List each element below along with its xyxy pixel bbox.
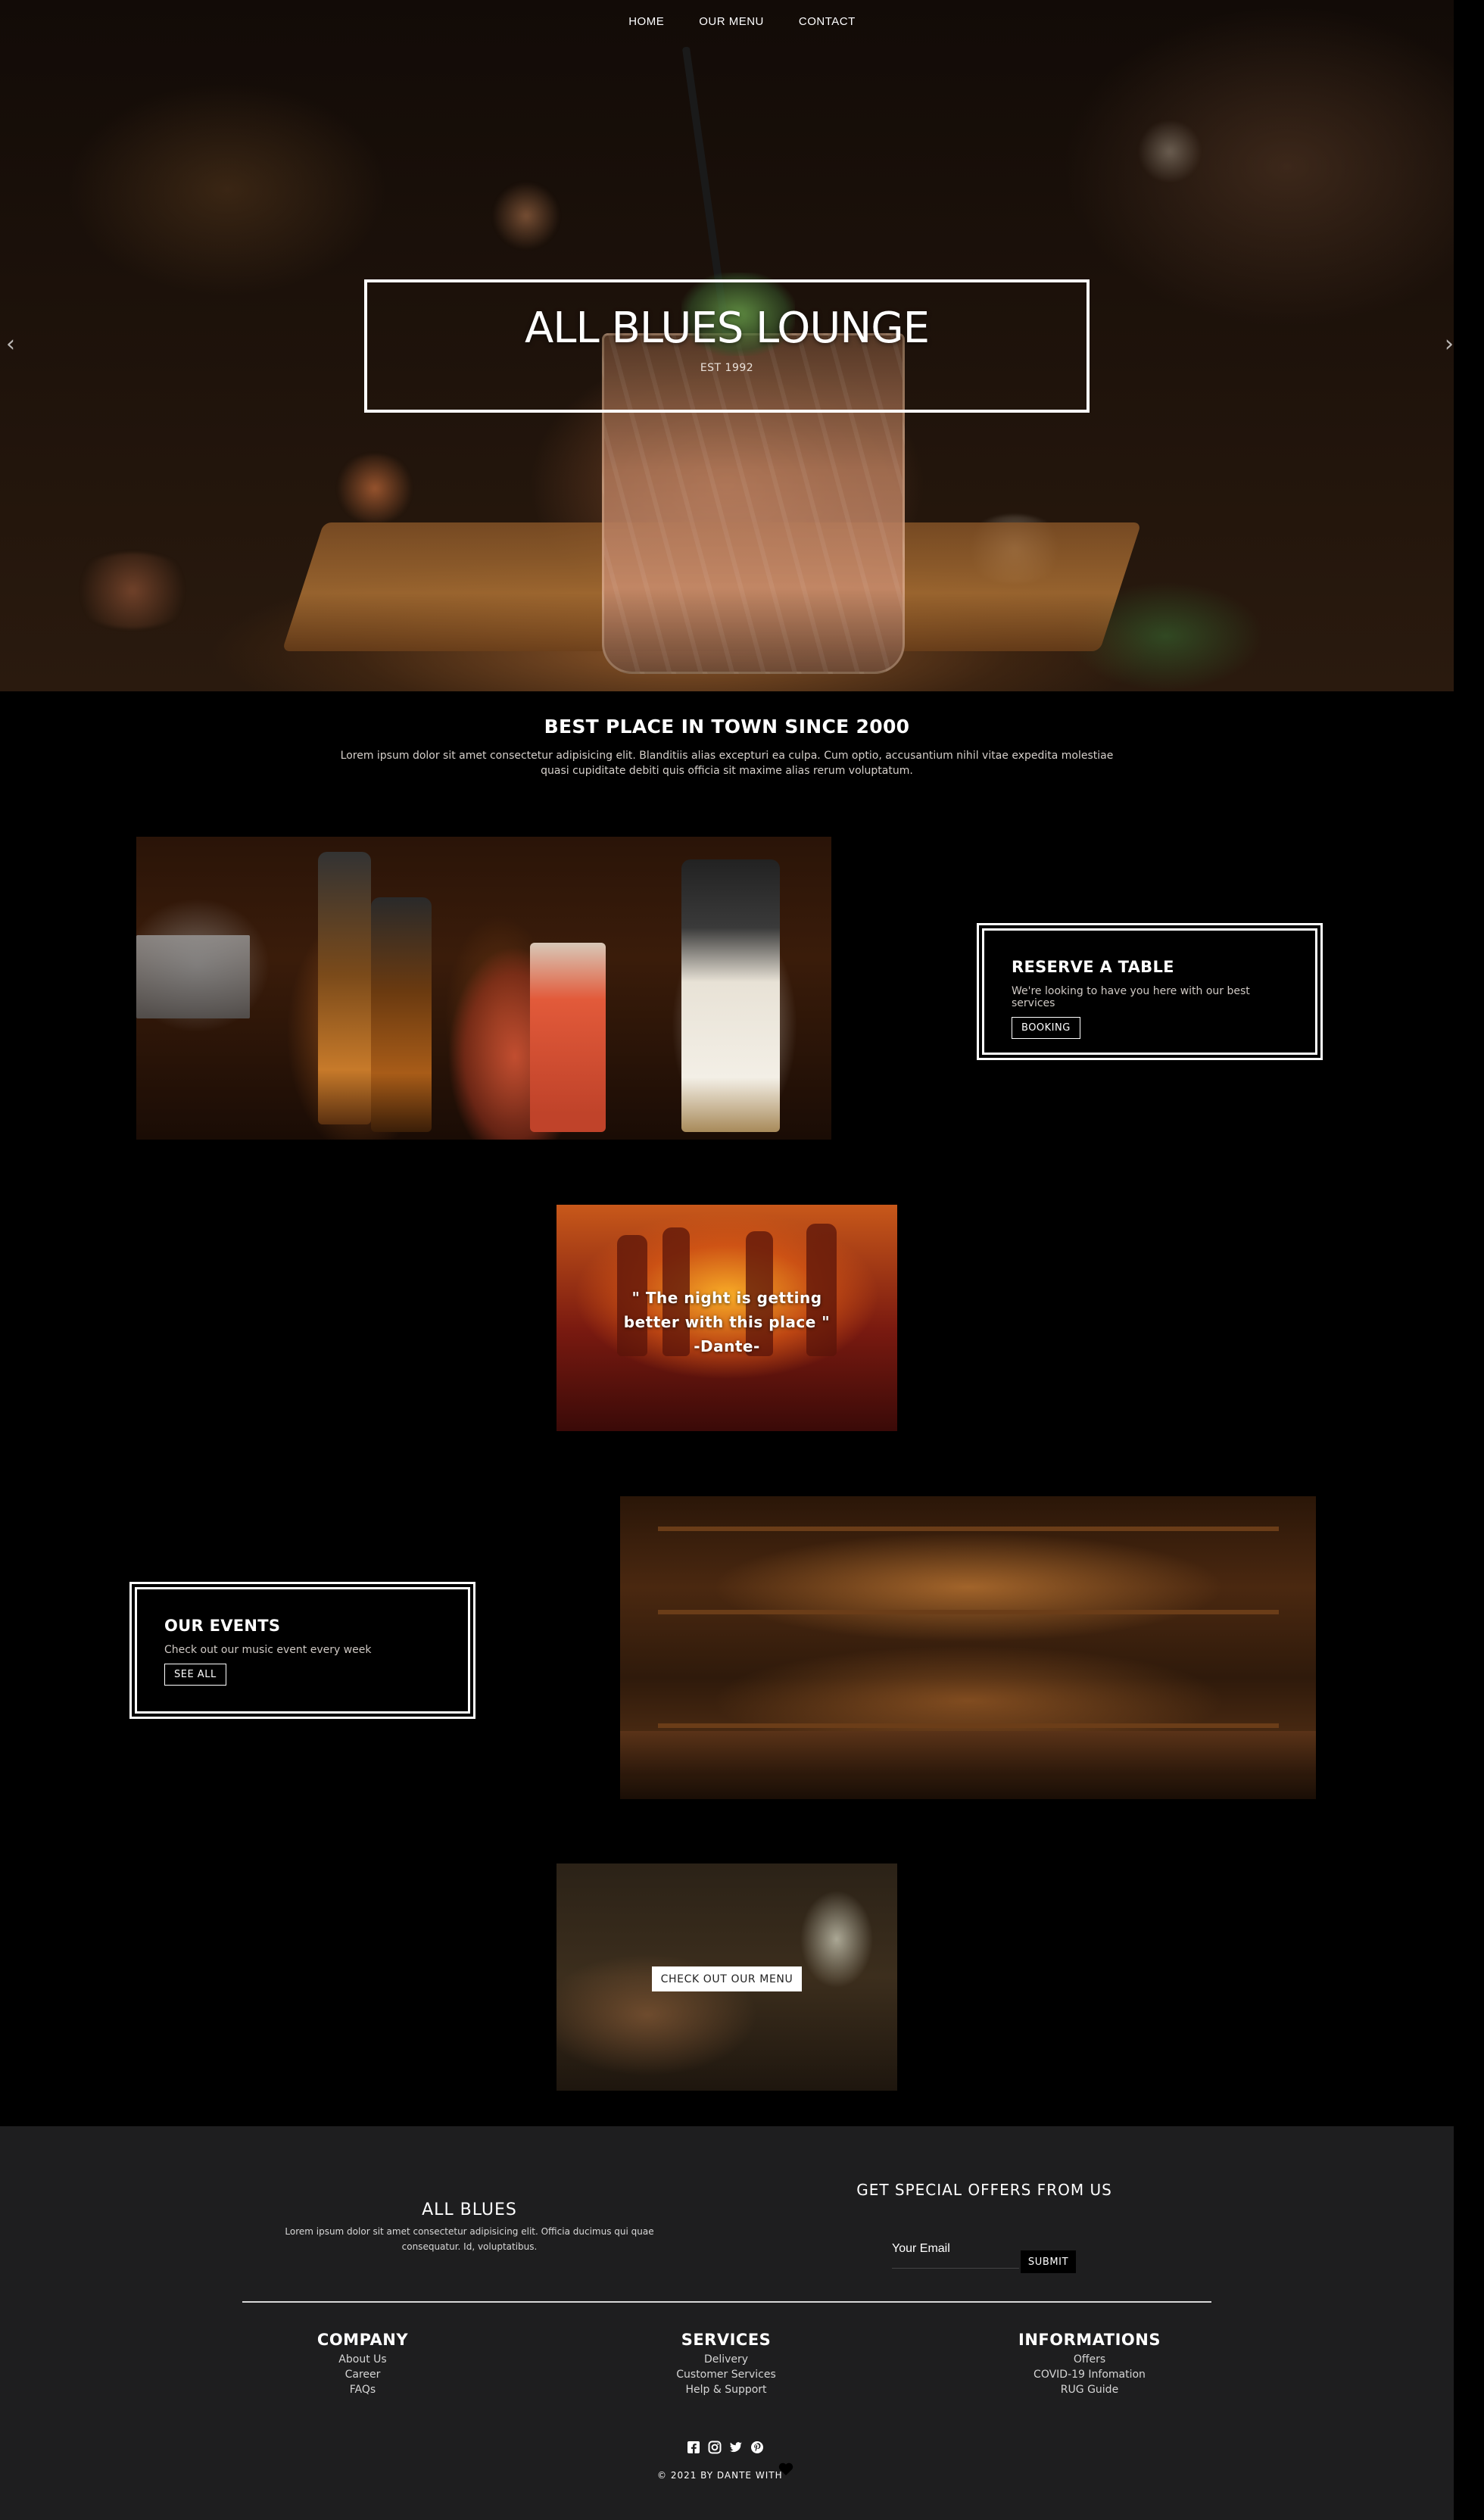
hero-section: HOME OUR MENU CONTACT ‹ › ALL BLUES LOUN… [0, 0, 1484, 691]
footer-col-informations: INFORMATIONS Offers COVID-19 Infomation … [976, 2331, 1203, 2397]
see-all-button[interactable]: SEE ALL [164, 1664, 226, 1686]
whisky-bottle [371, 897, 432, 1132]
footer-link-about[interactable]: About Us [338, 2353, 386, 2366]
chevron-right-icon[interactable]: › [1445, 331, 1454, 357]
footer-col-title: INFORMATIONS [1018, 2331, 1161, 2349]
nav-menu-link[interactable]: OUR MENU [699, 15, 764, 28]
social-links [685, 2439, 765, 2456]
footer-link-customer-services[interactable]: Customer Services [676, 2369, 776, 2381]
hero-est: EST 1992 [700, 362, 754, 374]
bar-counter [620, 1731, 1316, 1776]
footer-col-company: COMPANY About Us Career FAQs [249, 2331, 476, 2397]
footer-offers: GET SPECIAL OFFERS FROM US [833, 2181, 1136, 2199]
footer-link-help-support[interactable]: Help & Support [685, 2384, 766, 2396]
footer [0, 2126, 1454, 2520]
footer-brand: ALL BLUES Lorem ipsum dolor sit amet con… [280, 2200, 659, 2254]
chevron-left-icon[interactable]: ‹ [6, 331, 15, 357]
footer-link-faqs[interactable]: FAQs [350, 2384, 376, 2396]
whisky-bottle [318, 852, 371, 1124]
top-navigation: HOME OUR MENU CONTACT [0, 15, 1484, 28]
footer-brand-text: Lorem ipsum dolor sit amet consectetur a… [285, 2226, 654, 2252]
quote-text: " The night is getting better with this … [556, 1286, 897, 1358]
pub-interior-image: CHECK OUT OUR MENU [556, 1863, 897, 2091]
offers-title: GET SPECIAL OFFERS FROM US [856, 2181, 1112, 2199]
footer-link-offers[interactable]: Offers [1074, 2353, 1105, 2366]
cocktail-glass [530, 943, 606, 1132]
footer-brand-title: ALL BLUES [422, 2200, 517, 2219]
reserve-title: RESERVE A TABLE [1012, 958, 1174, 976]
footer-col-title: SERVICES [681, 2331, 772, 2349]
submit-button[interactable]: SUBMIT [1021, 2250, 1076, 2273]
instagram-icon[interactable] [706, 2439, 723, 2456]
bottles-image [136, 837, 831, 1140]
hero-title-box: ALL BLUES LOUNGE EST 1992 [364, 279, 1090, 413]
bokeh-light [492, 182, 560, 250]
heart-icon [778, 2462, 793, 2479]
shelf [658, 1723, 1279, 1728]
bokeh-light [1136, 121, 1204, 182]
footer-divider [242, 2301, 1211, 2303]
nav-contact-link[interactable]: CONTACT [799, 15, 856, 28]
booking-button[interactable]: BOOKING [1012, 1017, 1080, 1039]
intro-heading: BEST PLACE IN TOWN SINCE 2000 [544, 716, 910, 738]
copyright: © 2021 BY DANTE WITH [657, 2470, 783, 2481]
footer-link-career[interactable]: Career [345, 2369, 381, 2381]
bokeh-light [333, 454, 416, 522]
twitter-icon[interactable] [728, 2439, 744, 2456]
footer-col-services: SERVICES Delivery Customer Services Help… [613, 2331, 840, 2397]
footer-link-covid[interactable]: COVID-19 Infomation [1034, 2369, 1146, 2381]
facebook-icon[interactable] [685, 2439, 702, 2456]
newsletter-form: SUBMIT [892, 2238, 1195, 2273]
email-underline [892, 2268, 1019, 2269]
register [136, 935, 250, 1018]
footer-col-title: COMPANY [316, 2331, 409, 2349]
events-card: OUR EVENTS Check out our music event eve… [129, 1582, 475, 1719]
footer-link-rug-guide[interactable]: RUG Guide [1061, 2384, 1118, 2396]
quote-image: " The night is getting better with this … [556, 1205, 897, 1431]
quote-author: -Dante- [694, 1337, 760, 1355]
intro-section: BEST PLACE IN TOWN SINCE 2000 Lorem ipsu… [0, 716, 1454, 778]
scrollbar-track[interactable] [1454, 0, 1484, 2520]
quote-line-2: better with this place " [623, 1313, 831, 1331]
pinterest-icon[interactable] [749, 2439, 765, 2456]
check-menu-button[interactable]: CHECK OUT OUR MENU [652, 1966, 802, 1991]
quote-line-1: " The night is getting [631, 1289, 822, 1307]
shelf [658, 1527, 1279, 1531]
reserve-table-card: RESERVE A TABLE We're looking to have yo… [977, 923, 1323, 1060]
bar-shelves-image [620, 1496, 1316, 1799]
bourbon-bottle [681, 859, 780, 1132]
reserve-text: We're looking to have you here with our … [1012, 985, 1250, 1009]
events-title: OUR EVENTS [164, 1617, 281, 1635]
shelf [658, 1610, 1279, 1614]
hero-title: ALL BLUES LOUNGE [525, 304, 930, 353]
events-text: Check out our music event every week [164, 1644, 372, 1656]
email-input[interactable] [892, 2238, 1021, 2260]
bokeh-light [68, 553, 197, 628]
footer-link-delivery[interactable]: Delivery [704, 2353, 748, 2366]
nav-home-link[interactable]: HOME [628, 15, 664, 28]
intro-text: Lorem ipsum dolor sit amet consectetur a… [340, 750, 1114, 777]
